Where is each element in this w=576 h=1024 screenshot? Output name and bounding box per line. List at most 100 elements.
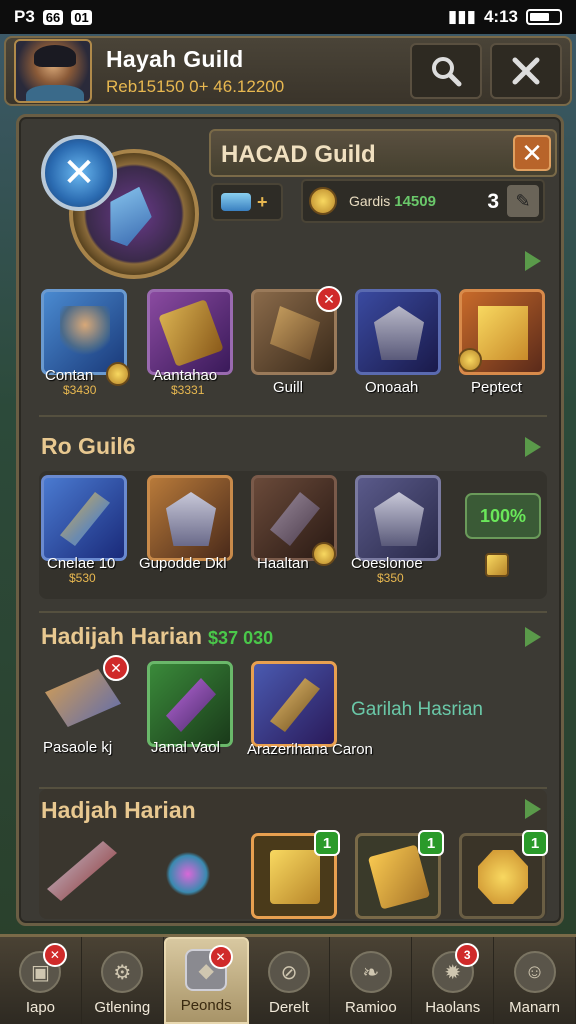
nav-item-home[interactable]: ▣ ✕ Iapo: [0, 937, 82, 1024]
arrow-right-icon[interactable]: [525, 627, 541, 647]
nav-item-packs[interactable]: ◆ ✕ Peonds: [163, 937, 249, 1024]
item-card[interactable]: [147, 289, 233, 375]
item-card[interactable]: [251, 661, 337, 747]
item-card[interactable]: [41, 475, 127, 561]
divider: [39, 611, 547, 613]
item-label: Haaltan: [257, 555, 309, 572]
tome-icon: [158, 299, 224, 367]
wand-icon: [166, 678, 216, 732]
panel-close-button[interactable]: ✕: [513, 135, 551, 171]
item-card[interactable]: ✕: [41, 655, 129, 747]
count-badge: 1: [314, 830, 340, 856]
search-button[interactable]: [410, 43, 482, 99]
item-label: Pasaole kj: [43, 739, 113, 756]
nav-label: Gtlening: [94, 999, 151, 1016]
item-card[interactable]: [458, 289, 545, 375]
gold-coin-icon: [478, 850, 528, 904]
status-left: P3 66 01: [14, 7, 92, 27]
gold-count: 3: [487, 190, 499, 213]
face-icon: ☺: [513, 951, 556, 993]
status-right: ▮▮▮ 4:13: [448, 7, 562, 27]
scepter-icon: [270, 678, 320, 732]
guild-header: Hayah Guild Reb15150 0+ 46.12200: [4, 36, 572, 106]
section-title-text: Hadijah Harian: [41, 623, 203, 649]
status-bar: P3 66 01 ▮▮▮ 4:13: [0, 0, 576, 34]
amulet-icon: [163, 847, 213, 901]
chest-icon: [478, 306, 528, 360]
item-card[interactable]: [251, 475, 337, 566]
status-box-2: 01: [71, 9, 92, 25]
item-card[interactable]: 1: [459, 830, 548, 919]
item-label: Peptect: [471, 379, 522, 396]
item-price: $3430: [63, 383, 97, 397]
item-label: Cnelae 10: [47, 555, 116, 572]
item-card[interactable]: 1: [251, 830, 340, 919]
item-label: Onoaah: [365, 379, 419, 396]
remove-badge[interactable]: ✕: [103, 655, 129, 681]
item-card[interactable]: [147, 661, 233, 747]
header-text: Hayah Guild Reb15150 0+ 46.12200: [106, 46, 402, 97]
section-title: Ro Guil6: [41, 433, 136, 459]
item-card[interactable]: [41, 289, 130, 386]
nav-item-haolans[interactable]: ✹ 3 Haolans: [412, 937, 495, 1024]
item-card[interactable]: [355, 475, 441, 561]
divider: [39, 415, 547, 417]
nav-item-manarn[interactable]: ☺ Manarn: [494, 937, 576, 1024]
mask-icon: [166, 492, 216, 546]
item-card[interactable]: [355, 289, 441, 375]
swords-icon[interactable]: ✕: [41, 135, 117, 211]
item-card[interactable]: 1: [355, 830, 444, 919]
header-subtitle: Reb15150 0+ 46.12200: [106, 76, 285, 96]
nav-badge: ✕: [42, 943, 67, 967]
nav-badge: ✕: [208, 945, 233, 969]
leaf-icon: ❧: [349, 951, 392, 993]
side-label: Garilah Hasrian: [351, 699, 483, 720]
arrow-right-icon[interactable]: [525, 251, 541, 271]
close-icon: [512, 57, 540, 85]
hammer-icon: [270, 492, 320, 546]
gem-resource[interactable]: +: [211, 183, 283, 221]
staff-icon: [60, 492, 110, 546]
item-card[interactable]: [147, 833, 233, 919]
nav-item-training[interactable]: ⚙ Gtlening: [82, 937, 164, 1024]
panel-title-bar: HACAD Guild ✕: [209, 129, 557, 177]
nav-label: Ramioo: [345, 999, 397, 1016]
item-label: Guill: [273, 379, 304, 396]
signal-icon: ▮▮▮: [447, 7, 476, 26]
close-button[interactable]: [490, 43, 562, 99]
gold-label: Gardis: [349, 193, 391, 209]
item-price: $350: [377, 571, 404, 585]
chest-icon: [270, 850, 320, 904]
item-card[interactable]: [41, 833, 127, 919]
arrow-right-icon[interactable]: [525, 437, 541, 457]
status-carrier: P3: [14, 7, 35, 26]
hero-icon: [60, 306, 110, 360]
remove-badge[interactable]: ✕: [316, 286, 342, 312]
helmet-icon: [374, 306, 424, 360]
item-card[interactable]: ✕: [251, 286, 342, 375]
armor-icon: [270, 306, 320, 360]
item-card[interactable]: [147, 475, 233, 561]
item-label: Contan: [45, 367, 94, 384]
item-label: Coeslonoe: [351, 555, 423, 572]
item-label: Janal Vaol: [151, 739, 220, 756]
avatar[interactable]: [14, 39, 92, 103]
nav-item-detail[interactable]: ⊘ Derelt: [249, 937, 331, 1024]
coin-icon: [312, 542, 336, 566]
progress-pill[interactable]: 100%: [465, 493, 541, 539]
arrow-right-icon[interactable]: [525, 799, 541, 819]
section-title: Hadjah Harian: [41, 797, 196, 823]
item-label: Arazerihana Caron: [247, 741, 373, 758]
nav-label: Manarn: [509, 999, 561, 1016]
edit-button[interactable]: ✎: [507, 185, 539, 217]
item-label: Gupodde Dkl: [139, 555, 227, 572]
section-money: $37 030: [208, 628, 274, 648]
circle-icon: ⊘: [268, 951, 310, 993]
item-price: $3331: [171, 383, 205, 397]
item-price: $530: [69, 571, 96, 585]
count-badge: 1: [418, 830, 444, 856]
nav-item-ramioo[interactable]: ❧ Ramioo: [330, 937, 413, 1024]
gold-resource: Gardis 14509 3 ✎: [301, 179, 545, 223]
status-box-1: 66: [42, 9, 64, 25]
gem-icon: [221, 193, 251, 211]
